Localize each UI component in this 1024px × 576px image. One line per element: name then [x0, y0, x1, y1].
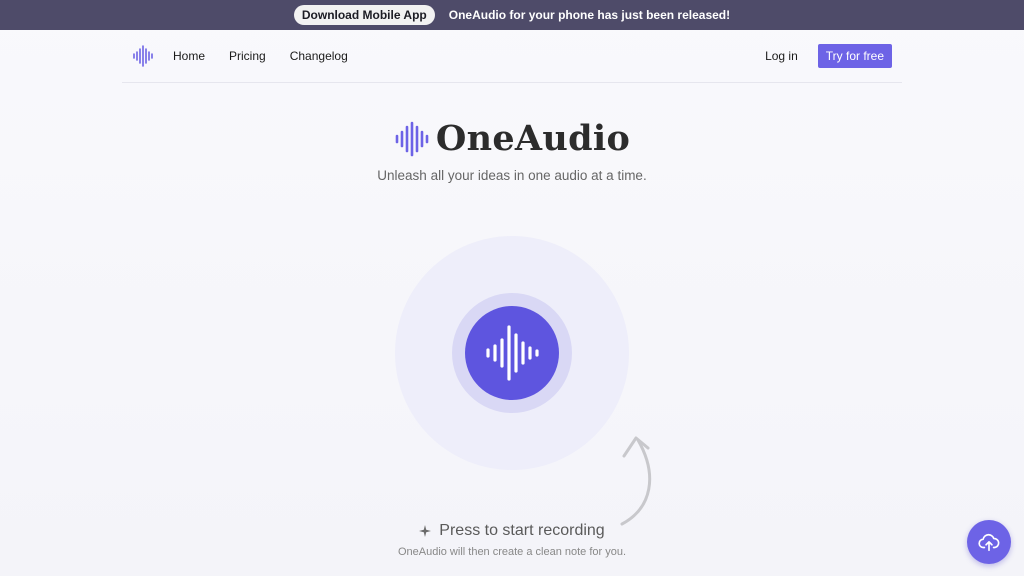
- nav-right: Log in Try for free: [765, 44, 902, 68]
- nav-link-changelog[interactable]: Changelog: [290, 49, 348, 63]
- upload-button[interactable]: [967, 520, 1011, 564]
- top-nav: Home Pricing Changelog Log in Try for fr…: [122, 30, 902, 83]
- sparkle-icon: [419, 525, 432, 537]
- waveform-icon: [395, 121, 429, 156]
- page-title: OneAudio: [435, 118, 631, 159]
- recording-prompt-label: Press to start recording: [439, 522, 605, 539]
- nav-link-home[interactable]: Home: [173, 49, 205, 63]
- recording-subtext: OneAudio will then create a clean note f…: [397, 546, 627, 558]
- download-mobile-app-button[interactable]: Download Mobile App: [293, 5, 435, 25]
- nav-left: Home Pricing Changelog: [122, 45, 372, 67]
- record-button[interactable]: [465, 306, 559, 400]
- cloud-upload-icon: [978, 533, 1000, 552]
- nav-link-pricing[interactable]: Pricing: [229, 49, 266, 63]
- login-link[interactable]: Log in: [765, 49, 798, 63]
- hand-drawn-arrow-icon: [620, 436, 652, 526]
- waveform-icon: [486, 325, 539, 381]
- announcement-text: OneAudio for your phone has just been re…: [448, 8, 731, 22]
- waveform-icon[interactable]: [132, 45, 156, 67]
- recording-prompt: Press to start recording: [0, 522, 1024, 540]
- tagline: Unleash all your ideas in one audio at a…: [377, 168, 647, 183]
- announcement-banner: Download Mobile App OneAudio for your ph…: [0, 0, 1024, 30]
- hero-heading: OneAudio: [0, 118, 1024, 159]
- try-for-free-button[interactable]: Try for free: [817, 44, 892, 68]
